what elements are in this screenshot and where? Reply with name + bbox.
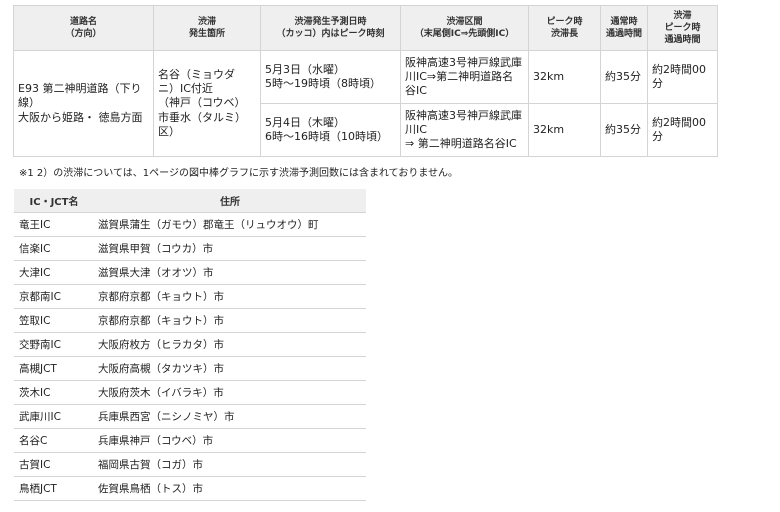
header-ic-name: IC・JCT名 (14, 189, 94, 213)
normal-time-cell: 約35分 (600, 50, 648, 104)
ic-name-cell: 笠取IC (14, 308, 94, 333)
address-cell: 兵庫県西宮（ニシノミヤ）市 (94, 404, 366, 429)
ic-name-cell: 鳥栖JCT (14, 476, 94, 501)
ic-name-cell: 大津IC (14, 260, 94, 285)
location-cell: 名谷（ミョウダ ニ）IC付近 （神戸（コウベ） 市垂水（タルミ） 区） (153, 50, 261, 157)
table-row: 信楽IC 滋賀県甲賀（コウカ）市 (14, 236, 366, 261)
table-row: 古賀IC 福岡県古賀（コガ）市 (14, 452, 366, 477)
peak-length-cell: 32km (528, 103, 601, 157)
section-cell: 阪神高速3号神戸線武庫 川IC⇒第二神明道路名 谷IC (400, 50, 529, 104)
ic-address-table: IC・JCT名 住所 竜王IC 滋賀県蒲生（ガモウ）郡竜王（リュウオウ）町 信楽I… (14, 189, 366, 501)
table-row: 鳥栖JCT 佐賀県鳥栖（トス）市 (14, 476, 366, 501)
peak-time-cell: 約2時間00 分 (647, 50, 718, 104)
table-row: 京都南IC 京都府京都（キョウト）市 (14, 284, 366, 309)
ic-name-cell: 茨木IC (14, 380, 94, 405)
header-location: 渋滞 発生箇所 (153, 5, 261, 51)
address-cell: 福岡県古賀（コガ）市 (94, 452, 366, 477)
table-row: 茨木IC 大阪府茨木（イバラキ）市 (14, 380, 366, 405)
header-peak-time: 渋滞 ピーク時 通過時間 (647, 5, 718, 51)
peak-length-cell: 32km (528, 50, 601, 104)
table-row: 高槻JCT 大阪府高槻（タカツキ）市 (14, 356, 366, 381)
datetime-cell: 5月4日（木曜） 6時～16時頃（10時頃） (260, 103, 401, 157)
table-row: 笠取IC 京都府京都（キョウト）市 (14, 308, 366, 333)
header-address: 住所 (94, 189, 366, 213)
table-row: 大津IC 滋賀県大津（オオツ）市 (14, 260, 366, 285)
address-cell: 滋賀県蒲生（ガモウ）郡竜王（リュウオウ）町 (94, 212, 366, 237)
table-row: E93 第二神明道路（下り 線） 大阪から姫路・ 徳島方面 名谷（ミョウダ ニ）IC付… (13, 50, 718, 157)
address-cell: 大阪府茨木（イバラキ）市 (94, 380, 366, 405)
header-peak-length: ピーク時 渋滞長 (528, 5, 601, 51)
table-row: 交野南IC 大阪府枚方（ヒラカタ）市 (14, 332, 366, 357)
address-cell: 兵庫県神戸（コウベ）市 (94, 428, 366, 453)
table-header-row: 道路名 （方向） 渋滞 発生箇所 渋滞発生予測日時 （カッコ）内はピーク時刻 渋滞区間… (13, 5, 718, 51)
road-cell: E93 第二神明道路（下り 線） 大阪から姫路・ 徳島方面 (13, 50, 154, 157)
table-row: 武庫川IC 兵庫県西宮（ニシノミヤ）市 (14, 404, 366, 429)
table-row: 名谷C 兵庫県神戸（コウベ）市 (14, 428, 366, 453)
address-cell: 佐賀県鳥栖（トス）市 (94, 476, 366, 501)
ic-name-cell: 古賀IC (14, 452, 94, 477)
header-road: 道路名 （方向） (13, 5, 154, 51)
ic-name-cell: 竜王IC (14, 212, 94, 237)
ic-name-cell: 武庫川IC (14, 404, 94, 429)
ic-name-cell: 高槻JCT (14, 356, 94, 381)
header-datetime: 渋滞発生予測日時 （カッコ）内はピーク時刻 (260, 5, 401, 51)
peak-time-cell: 約2時間00 分 (647, 103, 718, 157)
address-cell: 京都府京都（キョウト）市 (94, 308, 366, 333)
congestion-forecast-table: 道路名 （方向） 渋滞 発生箇所 渋滞発生予測日時 （カッコ）内はピーク時刻 渋滞区間… (13, 5, 718, 157)
header-section: 渋滞区間 （末尾側IC⇒先頭側IC） (400, 5, 529, 51)
address-cell: 京都府京都（キョウト）市 (94, 284, 366, 309)
section-cell: 阪神高速3号神戸線武庫 川IC ⇒ 第二神明道路名谷IC (400, 103, 529, 157)
address-cell: 滋賀県甲賀（コウカ）市 (94, 236, 366, 261)
datetime-cell: 5月3日（水曜） 5時～19時頃（8時頃） (260, 50, 401, 104)
ic-name-cell: 名谷C (14, 428, 94, 453)
ic-name-cell: 信楽IC (14, 236, 94, 261)
address-cell: 大阪府高槻（タカツキ）市 (94, 356, 366, 381)
address-cell: 大阪府枚方（ヒラカタ）市 (94, 332, 366, 357)
ic-name-cell: 交野南IC (14, 332, 94, 357)
table-row: 竜王IC 滋賀県蒲生（ガモウ）郡竜王（リュウオウ）町 (14, 212, 366, 237)
header-normal-time: 通常時 通過時間 (600, 5, 648, 51)
table-header-row: IC・JCT名 住所 (14, 189, 366, 213)
ic-name-cell: 京都南IC (14, 284, 94, 309)
address-cell: 滋賀県大津（オオツ）市 (94, 260, 366, 285)
footnote: ※1 2）の渋滞については、1ページの図中棒グラフに示す渋滞予測回数には含まれて… (19, 168, 459, 179)
normal-time-cell: 約35分 (600, 103, 648, 157)
